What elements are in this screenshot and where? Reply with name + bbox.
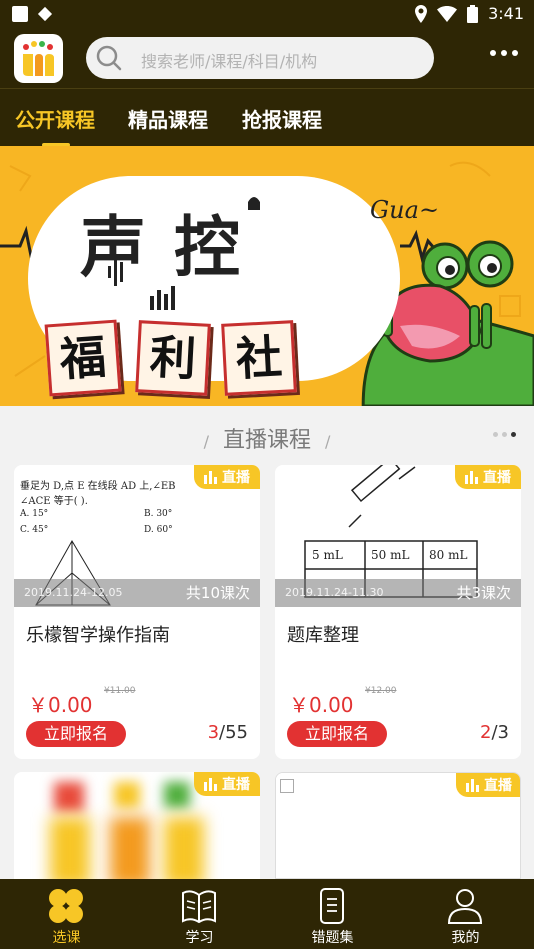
course-date: 2019.11.24-12.05 xyxy=(24,586,123,599)
course-thumbnail: 5 mL 50 mL 80 mL 2019.11.24-11.30 共3课次 直… xyxy=(275,465,521,607)
enrollment-ratio: 2/3 xyxy=(480,722,509,743)
more-dot-icon xyxy=(490,50,496,56)
course-card[interactable]: 直播 xyxy=(14,772,260,879)
nav-mine[interactable]: 我的 xyxy=(399,879,532,949)
wifi-icon xyxy=(437,5,458,22)
course-price: ￥0.00 xyxy=(289,693,354,717)
banner-card-1: 福 xyxy=(44,319,122,397)
session-count: 共3课次 xyxy=(456,584,511,602)
enrollment-ratio: 3/55 xyxy=(207,722,248,743)
tab-premium-courses[interactable]: 精品课程 xyxy=(128,104,208,133)
status-time: 3:41 xyxy=(488,4,524,23)
shopping-bag-icon xyxy=(12,6,28,22)
more-menu-button[interactable] xyxy=(490,50,518,56)
course-card[interactable]: 垂足为 D,点 E 在线段 AD 上,∠EB ∠ACE 等于( ). A. 15… xyxy=(14,465,260,759)
course-title: 题库整理 xyxy=(287,625,359,646)
course-title: 乐檬智学操作指南 xyxy=(26,625,170,646)
notification-icon xyxy=(37,6,53,22)
course-card[interactable]: 5 mL 50 mL 80 mL 2019.11.24-11.30 共3课次 直… xyxy=(275,465,521,759)
banner-card-2: 利 xyxy=(135,320,211,396)
original-price: ¥11.00 xyxy=(104,686,136,696)
nav-wrong-questions[interactable]: 错题集 xyxy=(266,879,399,949)
thumbnail-caption: 2019.11.24-11.30 共3课次 xyxy=(275,579,521,607)
enroll-button[interactable]: 立即报名 xyxy=(287,721,387,747)
banner-pager xyxy=(493,432,516,437)
live-badge: 直播 xyxy=(194,465,260,489)
tab-public-courses[interactable]: 公开课程 xyxy=(15,104,95,133)
nav-select-courses[interactable]: 选课 xyxy=(0,879,133,949)
search-input[interactable]: 搜索老师/课程/科目/机构 xyxy=(141,48,317,72)
promo-banner[interactable]: 声控 Gua~ 福 利 社 xyxy=(0,146,534,406)
original-price: ¥12.00 xyxy=(365,686,397,696)
live-bars-icon xyxy=(204,471,217,484)
broken-image-icon xyxy=(280,779,294,793)
top-header: 搜索老师/课程/科目/机构 xyxy=(0,28,534,88)
course-thumbnail: 直播 xyxy=(276,773,520,878)
more-dot-icon xyxy=(512,50,518,56)
course-tabs: 公开课程 精品课程 抢报课程 xyxy=(0,88,534,147)
tab-rush-courses[interactable]: 抢报课程 xyxy=(242,104,322,133)
book-icon xyxy=(182,890,216,924)
live-badge: 直播 xyxy=(194,772,260,796)
session-count: 共10课次 xyxy=(185,584,250,602)
bottom-navigation: 选课 学习 错题集 我的 xyxy=(0,879,534,949)
course-date: 2019.11.24-11.30 xyxy=(285,586,384,599)
status-bar: 3:41 xyxy=(0,0,534,28)
live-section-header: / 直播课程 / xyxy=(0,406,534,464)
enroll-button[interactable]: 立即报名 xyxy=(26,721,126,747)
live-bars-icon xyxy=(466,779,479,792)
app-logo[interactable] xyxy=(14,34,63,83)
banner-card-3: 社 xyxy=(221,320,297,396)
course-thumbnail: 垂足为 D,点 E 在线段 AD 上,∠EB ∠ACE 等于( ). A. 15… xyxy=(14,465,260,607)
nav-study[interactable]: 学习 xyxy=(133,879,266,949)
course-price: ￥0.00 xyxy=(28,693,93,717)
live-bars-icon xyxy=(204,778,217,791)
course-thumbnail: 直播 xyxy=(14,772,260,879)
search-icon xyxy=(96,45,122,71)
search-bar[interactable]: 搜索老师/课程/科目/机构 xyxy=(86,37,434,79)
battery-icon xyxy=(467,4,479,23)
user-icon xyxy=(447,889,483,924)
live-badge: 直播 xyxy=(456,773,520,797)
live-badge: 直播 xyxy=(455,465,521,489)
section-title: / 直播课程 / xyxy=(203,428,331,453)
clover-icon xyxy=(49,889,83,923)
location-icon xyxy=(415,4,428,23)
live-bars-icon xyxy=(465,471,478,484)
phone-list-icon xyxy=(320,888,344,924)
course-card[interactable]: 直播 xyxy=(275,772,521,879)
more-dot-icon xyxy=(501,50,507,56)
thumbnail-caption: 2019.11.24-12.05 共10课次 xyxy=(14,579,260,607)
